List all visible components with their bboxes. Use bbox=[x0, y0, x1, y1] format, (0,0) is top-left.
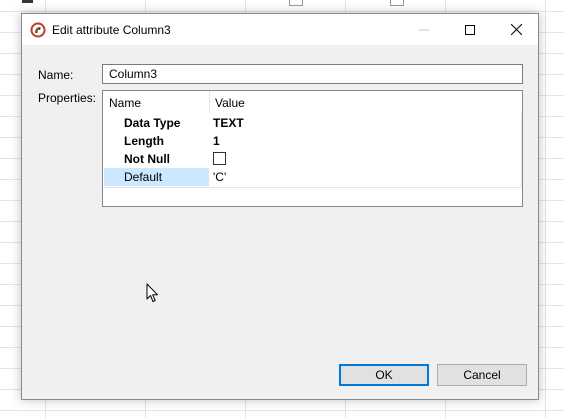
app-logo-icon bbox=[30, 22, 46, 38]
close-button[interactable] bbox=[493, 14, 539, 45]
background-checkbox bbox=[289, 0, 303, 6]
maximize-button[interactable] bbox=[447, 14, 493, 45]
ok-button[interactable]: OK bbox=[339, 364, 429, 386]
property-name: Length bbox=[124, 134, 164, 148]
window-title: Edit attribute Column3 bbox=[52, 23, 171, 37]
close-icon bbox=[510, 24, 522, 35]
property-name: Default bbox=[104, 168, 209, 186]
name-label: Name: bbox=[38, 68, 74, 82]
column-separator[interactable] bbox=[209, 91, 210, 113]
mouse-cursor-icon bbox=[146, 283, 158, 302]
property-value[interactable]: TEXT bbox=[213, 114, 244, 132]
title-bar[interactable]: Edit attribute Column3 bbox=[22, 14, 538, 45]
background-checkbox bbox=[390, 0, 404, 6]
cancel-button[interactable]: Cancel bbox=[437, 364, 527, 386]
properties-header: Name Value bbox=[103, 91, 522, 113]
column-header-name[interactable]: Name bbox=[109, 96, 141, 110]
minimize-button[interactable] bbox=[401, 14, 447, 45]
minimize-icon bbox=[419, 29, 429, 30]
properties-table: Name Value Data Type TEXT Length 1 Not N… bbox=[102, 90, 523, 207]
properties-label: Properties: bbox=[38, 91, 97, 105]
not-null-checkbox[interactable] bbox=[213, 152, 226, 165]
table-row-default[interactable]: Default 'C' bbox=[103, 168, 522, 186]
table-row-length[interactable]: Length 1 bbox=[103, 132, 522, 150]
edit-attribute-dialog: Edit attribute Column3 Name: Column3 Pro… bbox=[21, 13, 539, 400]
background-text-fragment: ▬ bbox=[22, 0, 33, 6]
maximize-icon bbox=[465, 24, 475, 35]
property-value[interactable]: 'C' bbox=[213, 168, 226, 186]
column-header-value[interactable]: Value bbox=[215, 96, 245, 110]
name-input[interactable]: Column3 bbox=[102, 64, 523, 84]
property-name: Not Null bbox=[124, 152, 170, 166]
table-gridline bbox=[521, 113, 522, 188]
property-name: Data Type bbox=[124, 116, 181, 130]
table-row-data-type[interactable]: Data Type TEXT bbox=[103, 114, 522, 132]
table-row-not-null[interactable]: Not Null bbox=[103, 150, 522, 168]
table-gridline bbox=[103, 187, 522, 188]
property-value[interactable]: 1 bbox=[213, 132, 220, 150]
